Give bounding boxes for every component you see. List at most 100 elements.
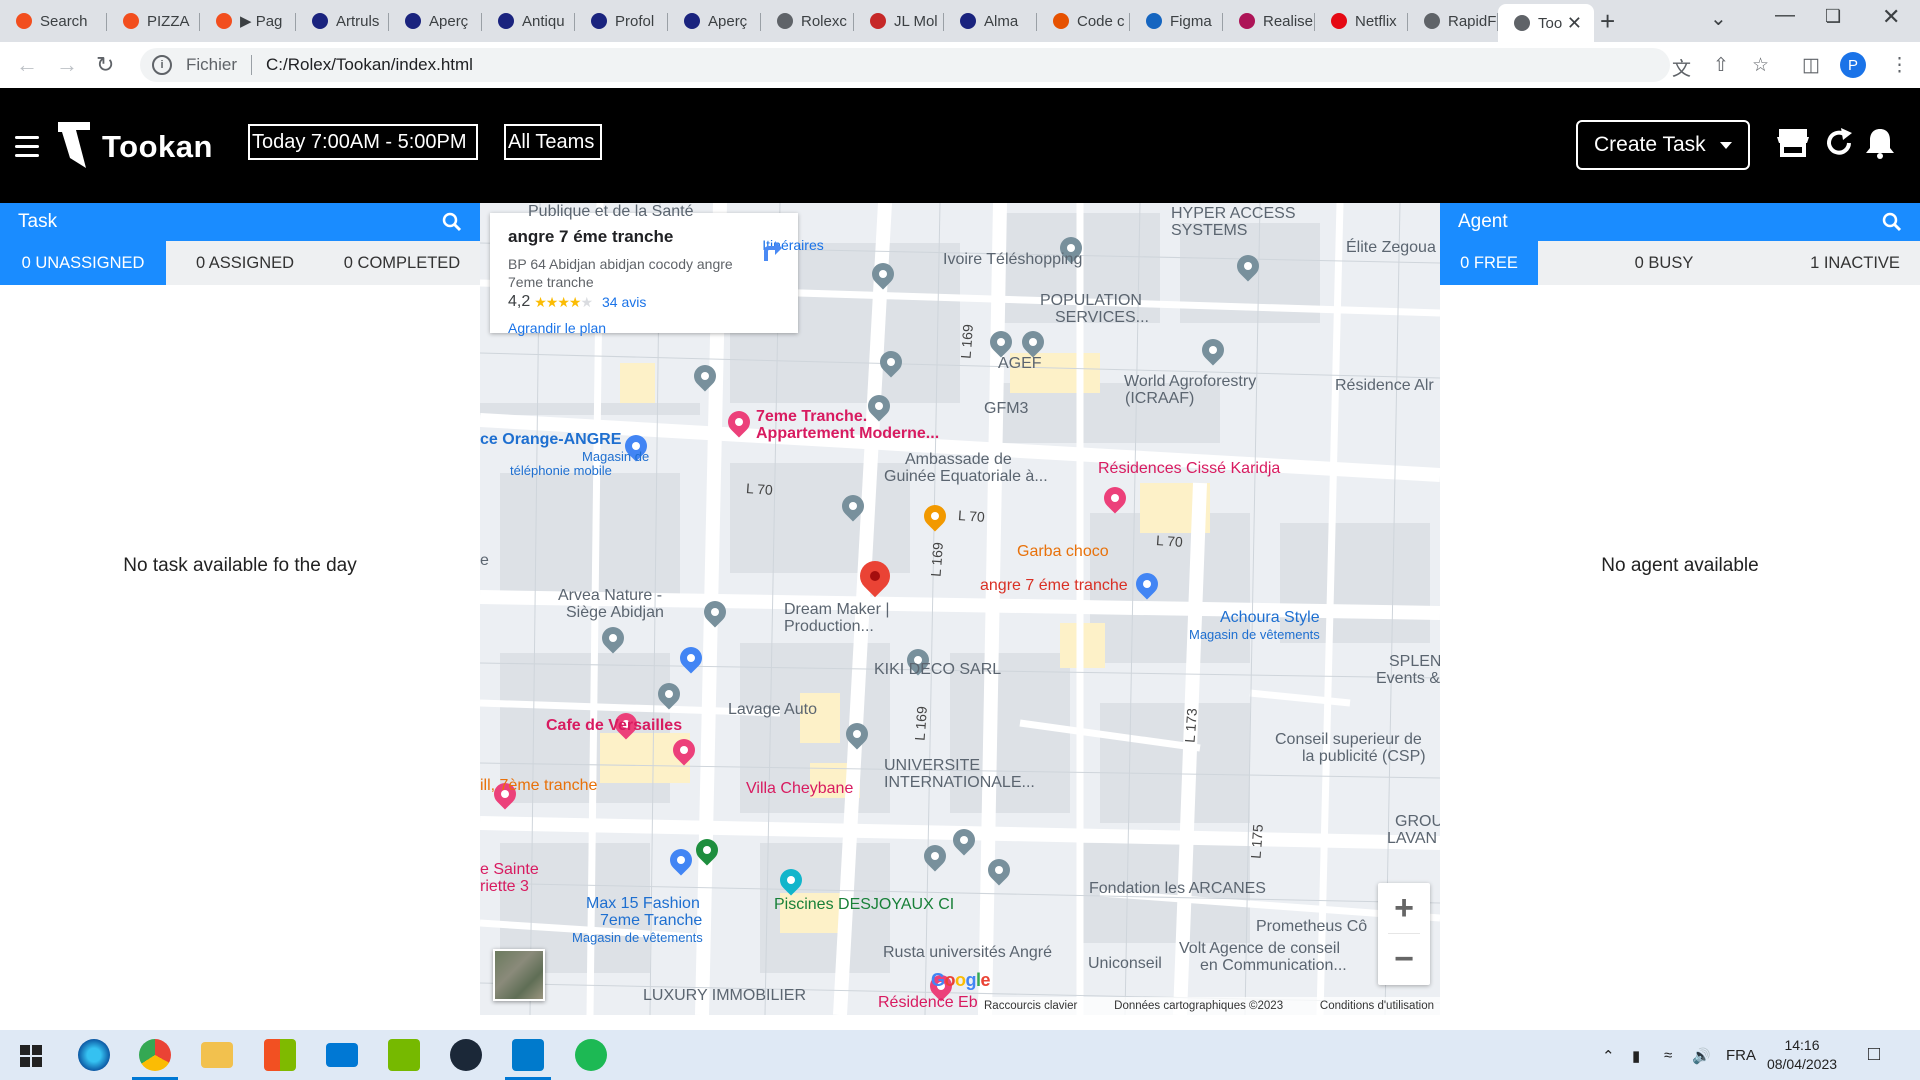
map-label: Achoura Style (1220, 609, 1320, 626)
vscode-icon[interactable] (512, 1039, 544, 1071)
browser-tab[interactable]: Code c (1037, 6, 1130, 36)
browser-tab-active[interactable]: Too ✕ (1498, 4, 1594, 42)
minimize-button[interactable]: — (1775, 4, 1795, 27)
map-view[interactable]: angre 7 éme tranche BP 64 Abidjan abidja… (480, 203, 1440, 1015)
share-icon[interactable]: ⇧ (1713, 54, 1729, 77)
browser-tab[interactable]: PIZZA (107, 6, 200, 36)
road-label: L 169 (911, 705, 930, 742)
bookmark-star-icon[interactable]: ☆ (1752, 54, 1769, 77)
browser-tab[interactable]: Antiqu (482, 6, 575, 36)
browser-tab[interactable]: Rolexc (761, 6, 854, 36)
language-indicator[interactable]: FRA (1726, 1047, 1756, 1064)
map-label: World Agroforestry (1124, 373, 1257, 390)
browser-tab[interactable]: Profol (575, 6, 668, 36)
profile-avatar[interactable]: P (1840, 52, 1866, 78)
volume-icon[interactable]: 🔊 (1692, 1047, 1711, 1065)
browser-tab-label: Aperç (708, 12, 748, 30)
browser-tab-label: Alma (984, 12, 1019, 30)
tab-inactive[interactable]: 1 INACTIVE (1790, 241, 1920, 285)
browser-tab[interactable]: JL Mol (854, 6, 944, 36)
spotify-icon[interactable] (575, 1039, 607, 1071)
close-window-button[interactable]: ✕ (1882, 4, 1900, 30)
map-label: Uniconseil (1088, 955, 1162, 972)
file-explorer-icon[interactable] (201, 1042, 233, 1068)
tab-free[interactable]: 0 FREE (1440, 241, 1538, 285)
windows-start-icon[interactable] (20, 1045, 42, 1067)
task-search-icon[interactable] (442, 212, 462, 232)
reviews-link[interactable]: 34 avis (602, 294, 646, 310)
map-label: Events & (1376, 670, 1440, 687)
browser-tab[interactable]: Realise (1223, 6, 1315, 36)
forward-icon[interactable]: → (56, 52, 78, 78)
map-label: Publique et de la Santé (528, 203, 694, 220)
browser-tab[interactable]: Figma (1130, 6, 1223, 36)
road-label: L 70 (1155, 532, 1184, 550)
hamburger-menu-icon[interactable] (15, 136, 39, 163)
code-icon (1053, 13, 1069, 29)
browser-menu-icon[interactable]: ⋮ (1890, 54, 1909, 77)
side-panel-icon[interactable]: ◫ (1802, 54, 1820, 77)
back-icon[interactable]: ← (16, 52, 38, 78)
agent-search-icon[interactable] (1882, 212, 1902, 232)
zoom-out-button[interactable]: − (1378, 934, 1430, 984)
terms-link[interactable]: Conditions d'utilisation (1320, 1000, 1434, 1012)
nvidia-icon[interactable] (388, 1039, 420, 1071)
browser-tab-strip: Search PIZZA ▶ Pag Artruls Aperç Antiqu Profol… (0, 0, 1920, 42)
edge-icon[interactable] (78, 1039, 110, 1071)
map-label: Arvea Nature - (558, 587, 663, 604)
site-info-icon[interactable]: i (152, 55, 172, 75)
notification-center-icon[interactable]: □ (1868, 1043, 1880, 1066)
keyboard-shortcuts-link[interactable]: Raccourcis clavier (984, 1000, 1077, 1012)
tab-busy[interactable]: 0 BUSY (1538, 241, 1790, 285)
task-panel-header: Task (0, 203, 480, 241)
steam-icon[interactable] (450, 1039, 482, 1071)
close-tab-icon[interactable]: ✕ (1567, 13, 1582, 34)
map-label: Lavage Auto (728, 701, 817, 718)
system-clock[interactable]: 14:16 08/04/2023 (1756, 1036, 1848, 1074)
wifi-icon[interactable]: ≈ (1664, 1047, 1672, 1064)
browser-tab-label: Too (1538, 14, 1563, 32)
browser-tab[interactable]: Netflix (1315, 6, 1408, 36)
enlarge-map-link[interactable]: Agrandir le plan (508, 320, 606, 336)
maximize-button[interactable]: ❏ (1825, 6, 1841, 27)
zoom-in-button[interactable]: + (1378, 883, 1430, 933)
teams-filter[interactable]: All Teams (504, 124, 602, 160)
browser-tab[interactable]: Aperç (668, 6, 761, 36)
browser-tab-label: Search (40, 12, 88, 30)
browser-tab[interactable]: Aperç (389, 6, 482, 36)
chrome-icon[interactable] (139, 1039, 171, 1071)
address-bar[interactable]: i Fichier C:/Rolex/Tookan/index.html (140, 48, 1670, 82)
map-label: SYSTEMS (1171, 222, 1248, 239)
road-label: L 169 (927, 541, 946, 578)
browser-tab[interactable]: ▶ Pag (200, 6, 296, 36)
globe-icon (960, 13, 976, 29)
browser-tab[interactable]: Search (0, 6, 107, 36)
new-tab-button[interactable]: + (1600, 6, 1615, 36)
satellite-toggle-button[interactable] (493, 949, 545, 1001)
tab-unassigned[interactable]: 0 UNASSIGNED (0, 241, 166, 285)
tab-assigned[interactable]: 0 ASSIGNED (166, 241, 324, 285)
tab-search-chevron-icon[interactable]: ⌄ (1710, 6, 1727, 31)
store-icon[interactable] (1776, 126, 1810, 160)
directions-button[interactable]: Itinéraires (758, 237, 828, 261)
store-app-icon[interactable] (264, 1039, 296, 1071)
browser-tab[interactable]: Artruls (296, 6, 389, 36)
refresh-icon[interactable] (1822, 126, 1856, 160)
windows-taskbar: ⌃ ▮ ≈ 🔊 FRA 14:16 08/04/2023 □ (0, 1030, 1920, 1080)
notification-bell-icon[interactable] (1864, 126, 1896, 160)
create-task-button[interactable]: Create Task (1576, 120, 1750, 170)
google-logo: Google (931, 970, 991, 990)
browser-tab[interactable]: RapidF (1408, 6, 1498, 36)
tray-chevron-up-icon[interactable]: ⌃ (1602, 1047, 1615, 1065)
reload-icon[interactable]: ↻ (96, 52, 114, 78)
date-range-selector[interactable]: Today 7:00AM - 5:00PM (248, 124, 478, 160)
url-text[interactable]: C:/Rolex/Tookan/index.html (266, 55, 473, 75)
battery-icon[interactable]: ▮ (1632, 1047, 1640, 1065)
map-label: Ambassade de (905, 451, 1012, 468)
tab-completed[interactable]: 0 COMPLETED (324, 241, 480, 285)
netflix-icon (1331, 13, 1347, 29)
mail-icon[interactable] (326, 1043, 358, 1067)
translate-icon[interactable]: 文 (1672, 54, 1691, 81)
browser-tab[interactable]: Alma (944, 6, 1037, 36)
browser-tab-label: Aperç (429, 12, 469, 30)
